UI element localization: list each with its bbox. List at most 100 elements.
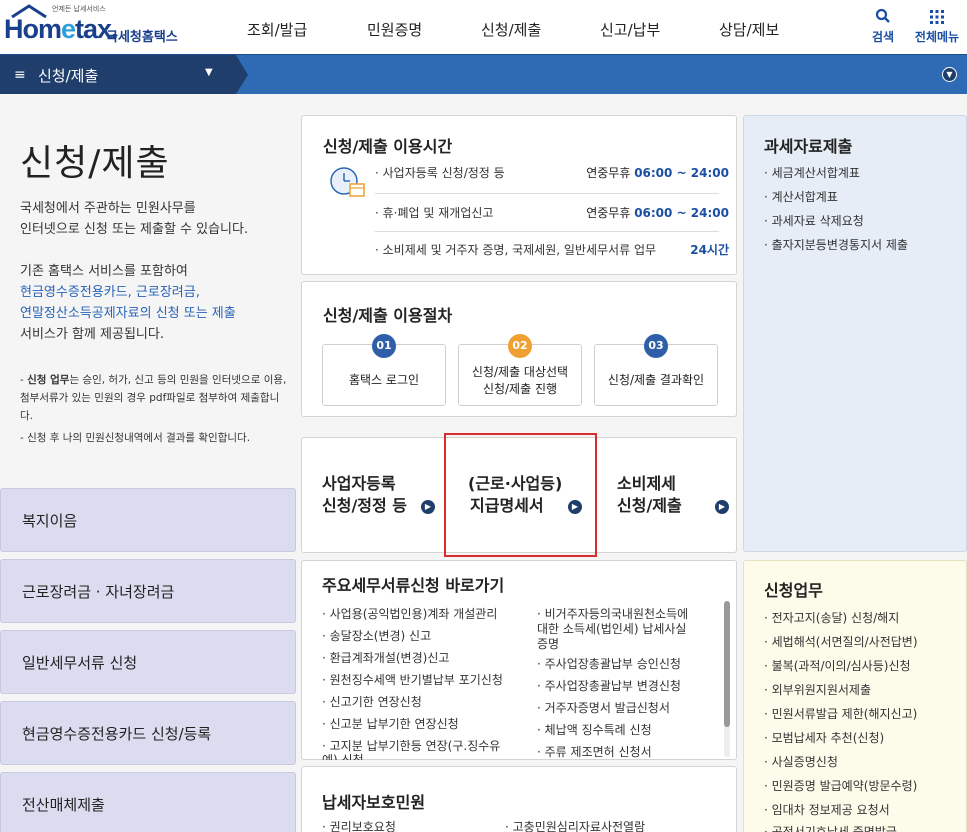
scrollbar-thumb[interactable]	[724, 601, 730, 727]
request-link[interactable]: · 민원증명 발급예약(방문수령)	[764, 778, 917, 794]
quick-link-consumption-tax[interactable]: 소비제세 신청/제출 ▶	[596, 438, 738, 554]
request-link[interactable]: · 사실증명신청	[764, 754, 838, 770]
left-menu-incentive[interactable]: 근로장려금 · 자녀장려금	[0, 559, 296, 623]
page-title: 신청/제출	[20, 143, 170, 184]
quick-link-line2: 신청/정정 등	[322, 496, 408, 515]
request-link[interactable]: · 세법해석(서면질의/사전답변)	[764, 634, 918, 650]
left-menu-electronic-media[interactable]: 전산매체제출	[0, 772, 296, 832]
arrow-right-icon: ▶	[715, 500, 729, 514]
shortcut-link[interactable]: · 주류 제조면허 신청서	[537, 744, 652, 760]
procedure-step-3: 03 신청/제출 결과확인	[594, 334, 718, 406]
procedure-title: 신청/제출 이용절차	[323, 306, 453, 325]
nav-certificate[interactable]: 민원증명	[367, 19, 422, 40]
shortcut-link[interactable]: · 송달장소(변경) 신고	[322, 628, 431, 644]
shortcut-link[interactable]: · 거주자증명서 발급신청서	[537, 700, 670, 716]
left-menu-general-docs[interactable]: 일반세무서류 신청	[0, 630, 296, 694]
arrow-right-icon: ▶	[421, 500, 435, 514]
intro-desc-1: 국세청에서 주관하는 민원사무를	[20, 201, 196, 216]
shortcut-link-cont[interactable]: 대한 소득세(법인세) 납세사실	[537, 621, 686, 637]
intro-desc-5: 연말정산소득공제자료의 신청 또는 제출	[20, 306, 236, 321]
tax-data-link[interactable]: · 세금계산서합계표	[764, 165, 860, 181]
note-2-text: 신청 후 나의 민원신청내역에서 결과를 확인합니다.	[27, 432, 251, 444]
left-menu-cash-receipt-card[interactable]: 현금영수증전용카드 신청/등록	[0, 701, 296, 765]
shortcuts-title: 주요세무서류신청 바로가기	[322, 576, 505, 595]
tax-data-title: 과세자료제출	[764, 137, 853, 156]
left-menu-welfare[interactable]: 복지이음	[0, 488, 296, 552]
menu-arrow-shape	[236, 55, 248, 94]
intro-note-2: - 신청 후 나의 민원신청내역에서 결과를 확인합니다.	[20, 432, 251, 444]
intro-section: 신청/제출 국세청에서 주관하는 민원사무를 인터넷으로 신청 또는 제출할 수…	[0, 94, 300, 484]
nav-consult[interactable]: 상담/제보	[719, 19, 779, 40]
all-menu-button[interactable]: 전체메뉴	[910, 8, 964, 45]
request-link[interactable]: · 전자고지(송달) 신청/해지	[764, 610, 899, 626]
requests-title: 신청업무	[764, 581, 823, 600]
left-menu-label: 복지이음	[22, 512, 78, 530]
shortcuts-card: 주요세무서류신청 바로가기 · 사업용(공익법인용)계좌 개설관리 · 송달장소…	[301, 560, 737, 760]
hours-title: 신청/제출 이용시간	[323, 137, 453, 156]
shortcut-link[interactable]: · 원천징수세액 반기별납부 포기신청	[322, 672, 503, 688]
location-bar: ≡ 신청/제출 ▼ ▼	[0, 54, 967, 94]
intro-desc-3: 기존 홈택스 서비스를 포함하여	[20, 264, 188, 279]
shortcut-link[interactable]: · 주사업장총괄납부 변경신청	[537, 678, 681, 694]
expand-toggle-icon[interactable]: ▼	[942, 67, 957, 82]
request-link[interactable]: · 임대차 정보제공 요청서	[764, 802, 890, 818]
step-number-badge: 02	[508, 334, 532, 358]
procedure-card: 신청/제출 이용절차 01 홈택스 로그인 02 신청/제출 대상선택 신청/제…	[301, 281, 737, 417]
quick-link-line1: 소비제세	[617, 474, 676, 493]
hours-prefix: 연중무휴	[586, 206, 635, 220]
shortcut-link[interactable]: · 신고기한 연장신청	[322, 694, 422, 710]
request-link[interactable]: · 불복(과적/이의/심사등)신청	[764, 658, 911, 674]
intro-desc-4: 현금영수증전용카드, 근로장려금,	[20, 285, 200, 300]
hours-row-business-reg: · 사업자등록 신청/정정 등 연중무휴 06:00 ~ 24:00	[375, 164, 729, 190]
highlight-frame	[444, 433, 597, 557]
hours-prefix: 연중무휴	[586, 166, 635, 180]
hours-row-value: 24시간	[690, 241, 729, 258]
chevron-down-icon: ▼	[205, 67, 213, 78]
shortcut-link[interactable]: · 신고분 납부기한 연장신청	[322, 716, 459, 732]
tax-data-link[interactable]: · 과세자료 삭제요청	[764, 213, 864, 229]
shortcut-link[interactable]: · 주사업장총괄납부 승인신청	[537, 656, 681, 672]
protection-card: 납세자보호민원 · 권리보호요청 · 고충민원심리자료사전열람	[301, 766, 737, 832]
request-link[interactable]: · 외부위원지원서제출	[764, 682, 871, 698]
protection-link[interactable]: · 권리보호요청	[322, 819, 396, 832]
tax-data-link[interactable]: · 계산서합계표	[764, 189, 838, 205]
search-button[interactable]: 검색	[866, 8, 900, 45]
shortcut-link-cont[interactable]: 예) 신청	[322, 752, 364, 760]
tax-data-link[interactable]: · 출자지분등변경통지서 제출	[764, 237, 908, 253]
step-number-badge: 01	[372, 334, 396, 358]
step-text: 신청/제출 대상선택	[471, 365, 569, 379]
selected-menu-label: 신청/제출	[38, 67, 99, 85]
note-bold: 신청 업무	[27, 374, 70, 386]
shortcut-link[interactable]: · 환급계좌개설(변경)신고	[322, 650, 449, 666]
logo-tagline: 언제든 납세서비스	[52, 5, 106, 13]
hours-row-value: 연중무휴 06:00 ~ 24:00	[586, 204, 729, 221]
all-menu-label: 전체메뉴	[914, 30, 960, 44]
request-link[interactable]: · 민원서류발급 제한(해지신고)	[764, 706, 917, 722]
step-number-badge: 03	[644, 334, 668, 358]
nav-application[interactable]: 신청/제출	[481, 19, 541, 40]
protection-title: 납세자보호민원	[322, 793, 426, 812]
nav-inquiry[interactable]: 조회/발급	[247, 19, 307, 40]
request-link[interactable]: · 공적서기호납세 증명발급	[764, 824, 897, 832]
step-text: 신청/제출 결과확인	[607, 373, 705, 387]
quick-link-business-reg[interactable]: 사업자등록 신청/정정 등 ▶	[302, 438, 448, 554]
nav-report-pay[interactable]: 신고/납부	[600, 19, 660, 40]
left-menu-label: 근로장려금 · 자녀장려금	[22, 583, 175, 601]
shortcut-link[interactable]: · 사업용(공익법인용)계좌 개설관리	[322, 606, 497, 622]
shortcut-link[interactable]: · 비거주자등의국내원천소득에	[537, 606, 688, 622]
hours-time: 24시간	[690, 243, 729, 257]
shortcut-link[interactable]: · 체납액 징수특례 신청	[537, 722, 652, 738]
menu-selector[interactable]: ≡ 신청/제출 ▼	[0, 55, 236, 94]
protection-link[interactable]: · 고충민원심리자료사전열람	[505, 819, 645, 832]
hours-card: 신청/제출 이용시간 · 사업자등록 신청/정정 등 연중무휴 06:00 ~ …	[301, 115, 737, 275]
hometax-logo[interactable]: 언제든 납세서비스 Hometax. 국세청홈택스	[4, 4, 184, 50]
request-link[interactable]: · 모범납세자 추천(신청)	[764, 730, 884, 746]
intro-note-1: - 신청 업무는 승인, 허가, 신고 등의 민원을 인터넷으로 이용, 첨부서…	[20, 374, 287, 422]
divider	[375, 231, 719, 232]
shortcut-link-cont[interactable]: 증명	[537, 636, 559, 652]
left-menu-label: 전산매체제출	[22, 796, 105, 814]
procedure-step-2: 02 신청/제출 대상선택 신청/제출 진행	[458, 334, 582, 406]
procedure-step-1: 01 홈택스 로그인	[322, 334, 446, 406]
scrollbar-track[interactable]	[724, 601, 730, 757]
hours-time: 06:00 ~ 24:00	[634, 166, 729, 180]
